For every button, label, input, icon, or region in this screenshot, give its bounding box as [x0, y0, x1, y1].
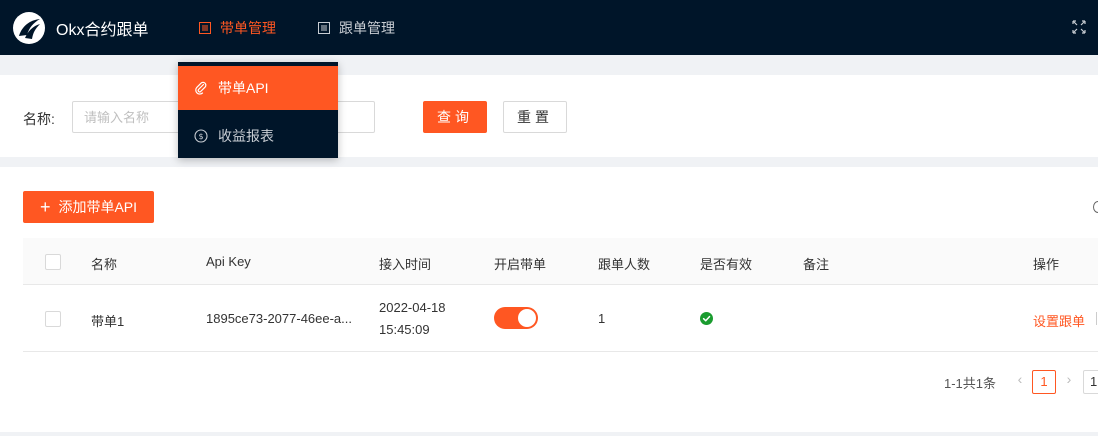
column-settings-icon[interactable]	[1093, 201, 1098, 213]
nav-label: 跟单管理	[339, 19, 395, 36]
list-icon	[199, 21, 211, 34]
row-follower-count: 1	[598, 311, 606, 326]
dropdown-item-lead-api[interactable]: 带单API	[178, 66, 338, 110]
name-label: 名称:	[23, 111, 55, 127]
column-header-access-time[interactable]: 接入时间	[379, 254, 431, 273]
add-lead-api-button[interactable]: + 添加带单API	[23, 191, 154, 223]
table-header: 名称 Api Key 接入时间 开启带单 跟单人数 是否有效 备注 操作	[23, 238, 1098, 285]
row-name: 带单1	[91, 314, 125, 329]
row-access-date: 2022-04-18	[379, 300, 446, 315]
dropdown-item-label: 带单API	[218, 80, 269, 96]
toggle-knob	[518, 309, 536, 327]
row-api-key: 1895ce73-2077-46ee-a...	[206, 311, 353, 326]
logo-icon	[13, 11, 45, 44]
chevron-left-icon[interactable]: ‹	[1013, 371, 1027, 389]
column-header-follower-count[interactable]: 跟单人数	[598, 254, 650, 273]
plus-icon: +	[39, 197, 51, 217]
app-logo[interactable]: Okx合约跟单	[12, 11, 148, 45]
set-follow-link[interactable]: 设置跟单	[1033, 311, 1085, 330]
column-header-name[interactable]: 名称	[91, 254, 117, 273]
pagination-jump-input[interactable]: 1	[1083, 370, 1098, 394]
top-header: Okx合约跟单 带单管理 跟单管理	[0, 0, 1098, 55]
query-button[interactable]: 查询	[423, 101, 487, 133]
check-circle-icon	[700, 312, 713, 325]
reset-button[interactable]: 重置	[503, 101, 567, 133]
paperclip-icon	[195, 81, 207, 95]
search-panel: 名称: 查询 重置	[0, 75, 1098, 157]
list-icon	[318, 21, 330, 34]
column-header-api-key[interactable]: Api Key	[206, 254, 251, 269]
fullscreen-icon[interactable]	[1072, 20, 1086, 34]
add-button-label: 添加带单API	[58, 199, 138, 215]
table-row: 带单1 1895ce73-2077-46ee-a... 2022-04-18 1…	[23, 285, 1098, 352]
nav-label: 带单管理	[220, 19, 276, 36]
enable-lead-toggle[interactable]	[494, 307, 538, 329]
svg-text:$: $	[198, 132, 203, 141]
dropdown-item-label: 收益报表	[218, 128, 274, 144]
action-divider	[1096, 312, 1097, 325]
app-title: Okx合约跟单	[56, 21, 149, 39]
column-header-enable-lead[interactable]: 开启带单	[494, 254, 546, 273]
pagination-total: 1-1共1条	[944, 376, 997, 391]
row-checkbox[interactable]	[45, 311, 61, 327]
dropdown-item-earnings-report[interactable]: $ 收益报表	[178, 114, 338, 158]
pagination-page-current[interactable]: 1	[1032, 370, 1056, 394]
column-header-remark[interactable]: 备注	[803, 254, 829, 273]
select-all-checkbox[interactable]	[45, 254, 61, 270]
column-header-actions: 操作	[1033, 257, 1060, 272]
nav-follow-management[interactable]: 跟单管理	[318, 0, 395, 55]
column-header-valid[interactable]: 是否有效	[700, 254, 752, 273]
row-access-time: 15:45:09	[379, 322, 430, 337]
nav-dropdown-menu: 带单API $ 收益报表	[178, 62, 338, 158]
chevron-right-icon[interactable]: ›	[1062, 371, 1076, 389]
table-panel: + 添加带单API 名称 Api Key 接入时间 开启带单 跟单人数 是否有效…	[0, 167, 1098, 432]
nav-lead-management[interactable]: 带单管理	[199, 0, 276, 55]
dollar-circle-icon: $	[194, 129, 208, 143]
